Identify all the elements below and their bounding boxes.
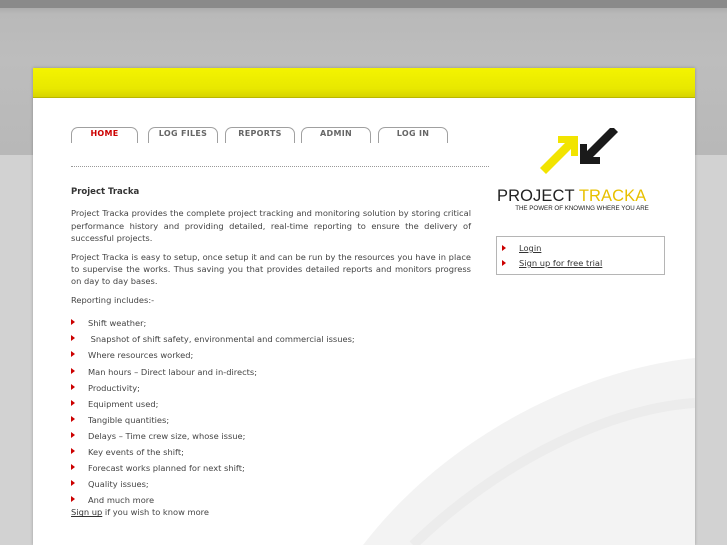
- tab-reports[interactable]: REPORTS: [225, 127, 295, 143]
- main-content: Project Tracka Project Tracka provides t…: [71, 186, 471, 519]
- bullet-arrow-icon: [71, 383, 75, 390]
- list-item: Tangible quantities;: [71, 414, 471, 430]
- intro-paragraph-1: Project Tracka provides the complete pro…: [71, 208, 471, 244]
- list-item: Forecast works planned for next shift;: [71, 462, 471, 478]
- list-item: Productivity;: [71, 382, 471, 398]
- list-item: Man hours – Direct labour and in-directs…: [71, 366, 471, 382]
- tab-log-files[interactable]: LOG FILES: [148, 127, 218, 143]
- tab-admin[interactable]: ADMIN: [301, 127, 371, 143]
- list-item: Shift weather;: [71, 317, 471, 333]
- list-item: And much more: [71, 494, 471, 510]
- bullet-arrow-icon: [71, 431, 75, 438]
- bullet-arrow-icon: [502, 245, 506, 251]
- login-link[interactable]: Login: [519, 242, 541, 255]
- logo-arrows-icon: [540, 128, 618, 174]
- bullet-arrow-icon: [71, 448, 75, 454]
- sidebar-item-login: Login: [497, 242, 657, 255]
- intro-paragraph-2: Project Tracka is easy to setup, once se…: [71, 251, 471, 287]
- bullet-arrow-icon: [71, 399, 75, 406]
- sidebar-item-signup: Sign up for free trial: [497, 257, 657, 270]
- free-trial-link[interactable]: Sign up for free trial: [519, 257, 602, 270]
- main-panel: HOME LOG FILES REPORTS ADMIN LOG IN Proj…: [33, 68, 695, 545]
- list-item: Snapshot of shift safety, environmental …: [71, 333, 471, 349]
- bullet-arrow-icon: [71, 496, 75, 503]
- bullet-arrow-icon: [71, 480, 75, 487]
- nav-divider: [71, 166, 489, 167]
- list-item: Where resources worked;: [71, 349, 471, 365]
- tab-home[interactable]: HOME: [71, 127, 138, 143]
- reporting-list: Shift weather; Snapshot of shift safety,…: [71, 317, 471, 510]
- logo-wordmark: PROJECT TRACKA: [497, 187, 647, 205]
- bullet-arrow-icon: [71, 335, 75, 342]
- bullet-arrow-icon: [71, 319, 75, 326]
- tab-log-in[interactable]: LOG IN: [378, 127, 448, 143]
- list-item: Key events of the shift;: [71, 446, 471, 462]
- logo-tagline: THE POWER OF KNOWING WHERE YOU ARE: [515, 205, 649, 212]
- bullet-arrow-icon: [71, 415, 75, 422]
- bullet-arrow-icon: [71, 351, 75, 358]
- bullet-arrow-icon: [502, 260, 506, 266]
- bullet-arrow-icon: [71, 464, 75, 471]
- header-bar: [33, 68, 695, 98]
- list-item: Equipment used;: [71, 398, 471, 414]
- bullet-arrow-icon: [71, 367, 75, 374]
- list-item: Delays – Time crew size, whose issue;: [71, 430, 471, 446]
- background-top-line: [0, 0, 727, 8]
- reporting-intro: Reporting includes:-: [71, 294, 155, 305]
- page-title: Project Tracka: [71, 187, 140, 197]
- list-item: Quality issues;: [71, 478, 471, 494]
- account-links-box: Login Sign up for free trial: [496, 236, 665, 275]
